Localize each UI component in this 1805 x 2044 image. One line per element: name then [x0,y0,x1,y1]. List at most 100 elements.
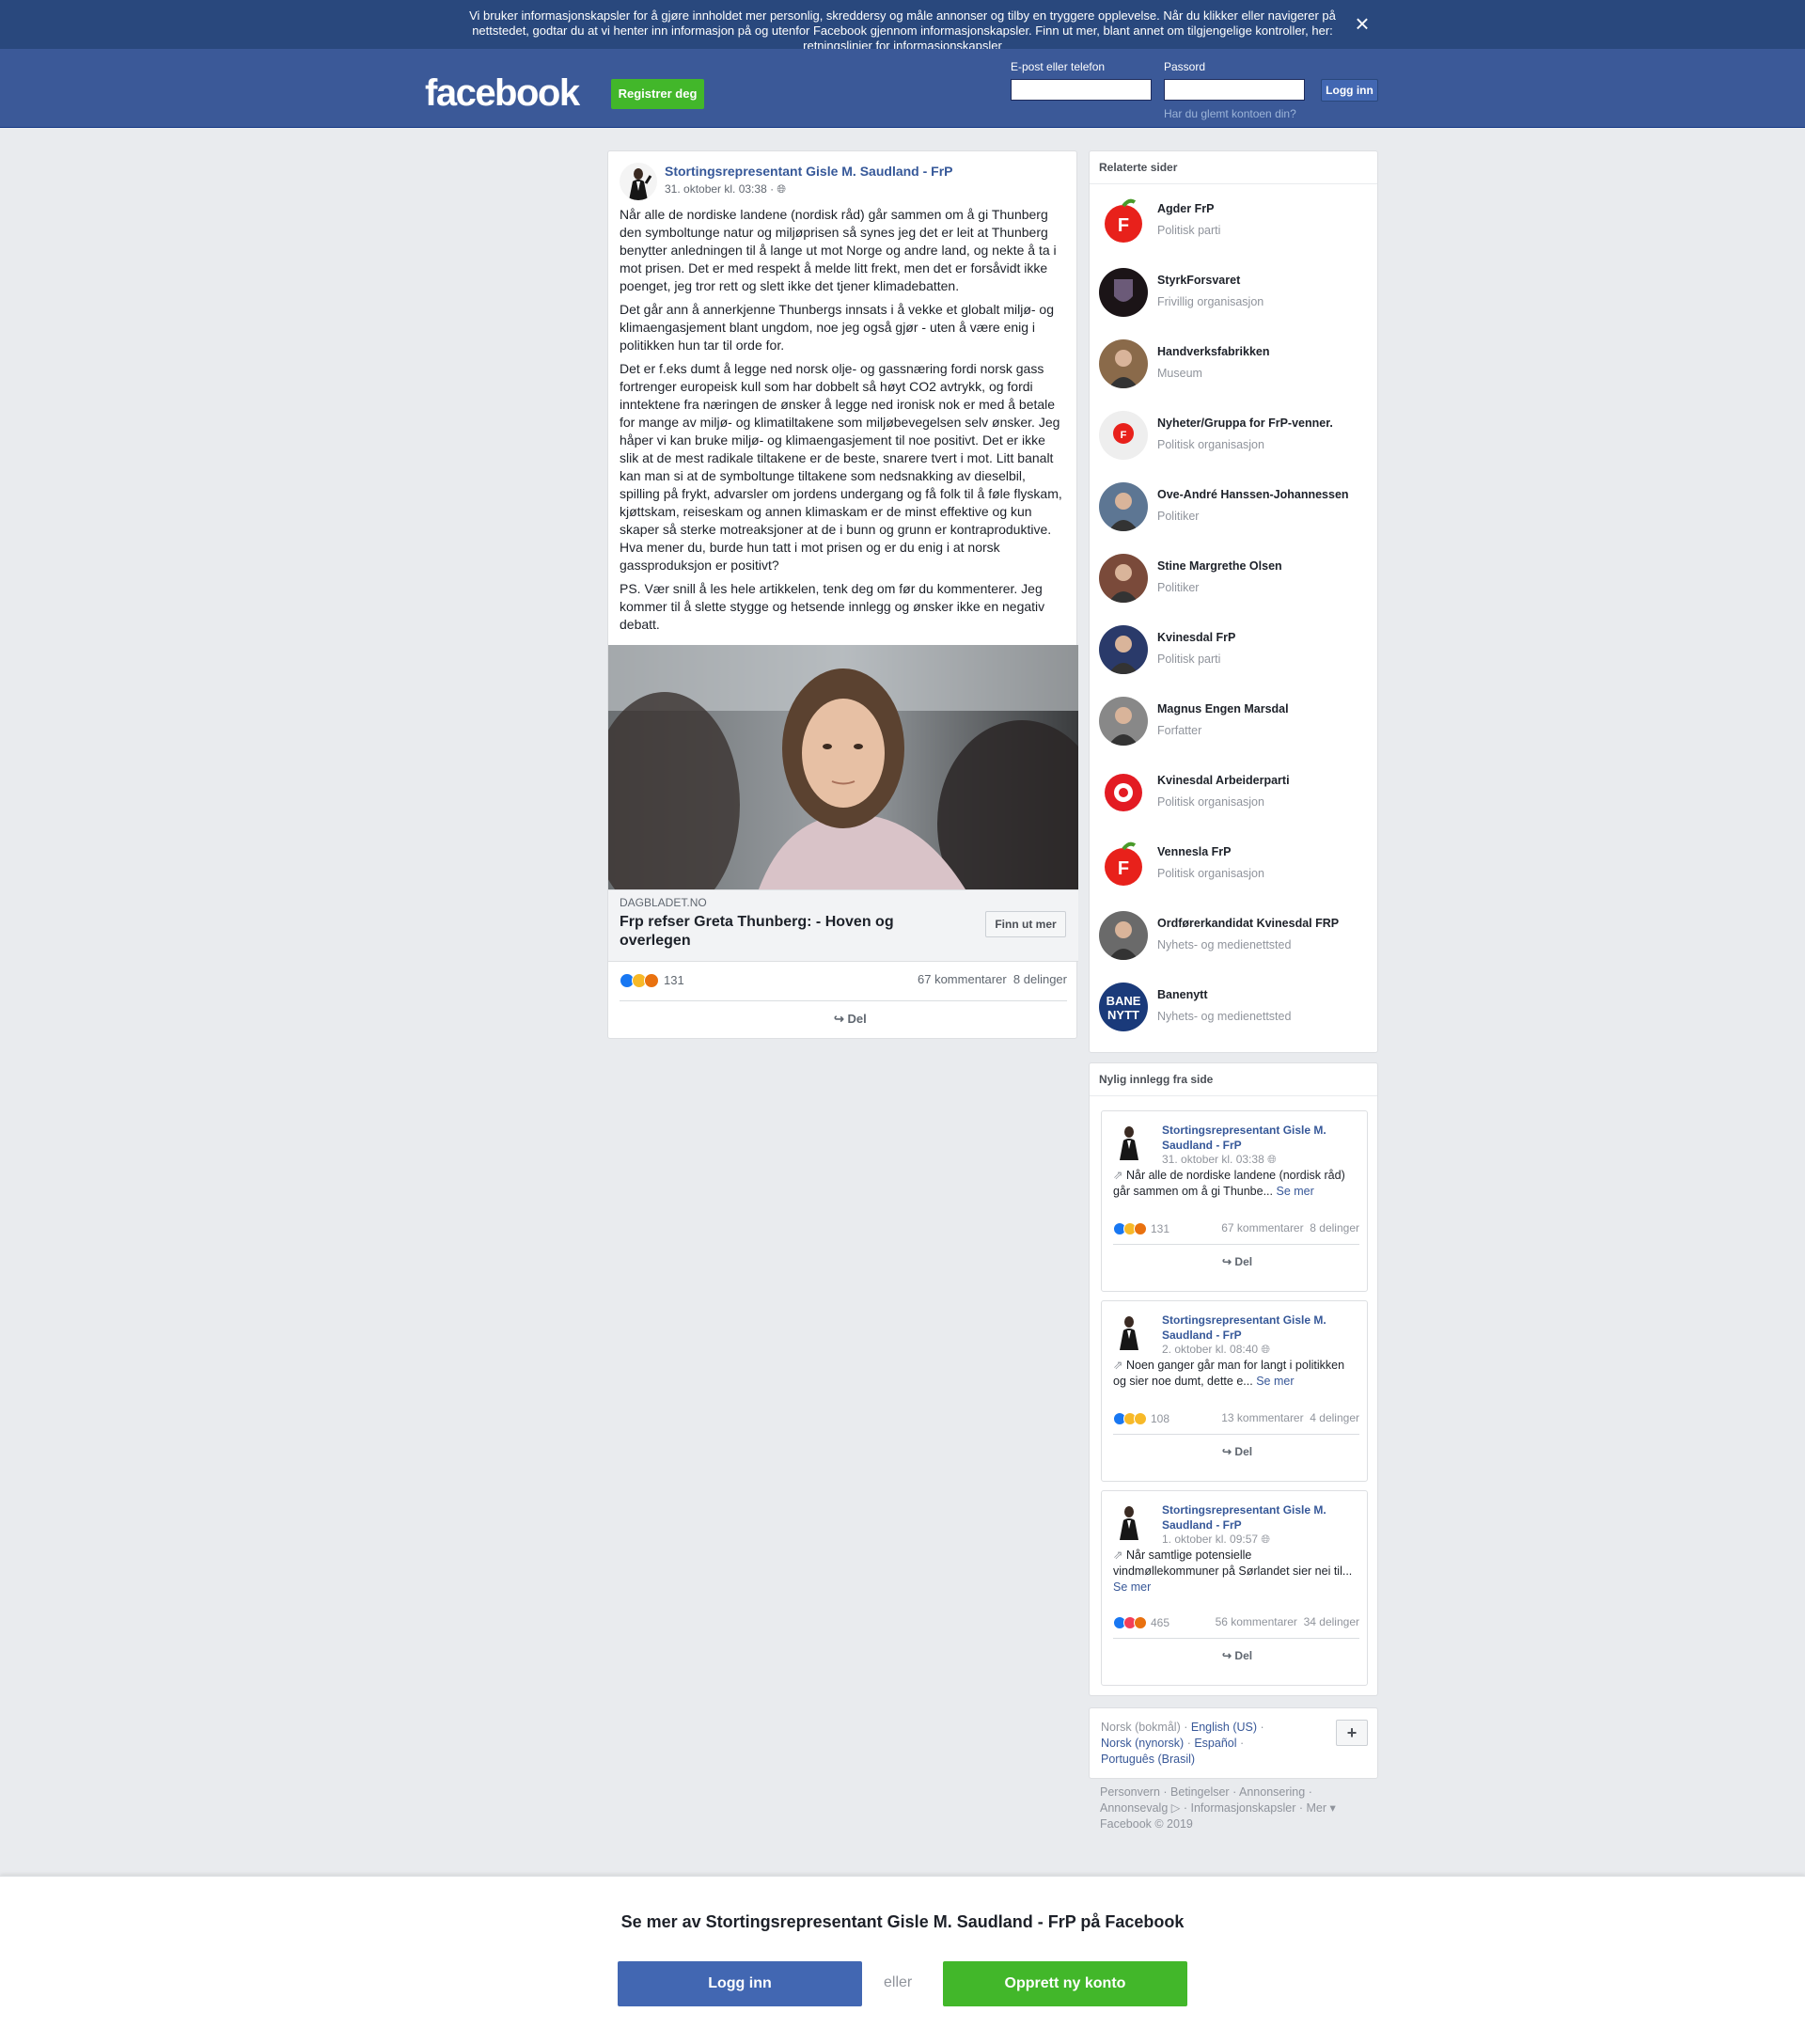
related-page-item[interactable]: Kvinesdal Arbeiderparti Politisk organis… [1099,768,1372,821]
related-page-item[interactable]: Ove-André Hanssen-Johannessen Politiker [1099,482,1372,535]
link-preview-image[interactable] [608,645,1078,889]
forgot-account-link[interactable]: Har du glemt kontoen din? [1164,107,1296,120]
apple-logo-icon[interactable]: F [1099,197,1148,245]
shares-count[interactable]: 34 delinger [1304,1615,1359,1628]
related-page-name[interactable]: Ordførerkandidat Kvinesdal FRP [1157,917,1369,930]
shares-count[interactable]: 8 delinger [1310,1221,1359,1234]
recent-post-author[interactable]: Stortingsrepresentant Gisle M. Saudland … [1162,1123,1350,1153]
share-button[interactable]: ↪ Del [1222,1649,1252,1662]
copyright: Facebook © 2019 [1100,1817,1193,1831]
page-photo-icon[interactable] [1099,554,1148,603]
related-page-category: Politisk organisasjon [1157,438,1264,451]
apple-logo-icon[interactable]: F [1099,411,1148,460]
email-field[interactable] [1011,79,1152,101]
related-page-name[interactable]: Handverksfabrikken [1157,345,1369,358]
comments-count[interactable]: 67 kommentarer [918,972,1007,986]
related-page-item[interactable]: Stine Margrethe Olsen Politiker [1099,554,1372,606]
svg-text:F: F [1121,430,1127,441]
comments-count[interactable]: 67 kommentarer [1221,1221,1303,1234]
learn-more-button[interactable]: Finn ut mer [985,911,1066,937]
shares-count[interactable]: 4 delinger [1310,1411,1359,1424]
language-option[interactable]: English (US) [1191,1721,1257,1734]
footer-link[interactable]: Annonsering [1239,1785,1305,1799]
share-button[interactable]: ↪ Del [834,1012,867,1027]
link-preview[interactable]: DAGBLADET.NO Frp refser Greta Thunberg: … [608,889,1078,962]
reactions[interactable]: 131 [620,972,684,988]
footer-link[interactable]: Annonsevalg [1100,1801,1168,1815]
page-photo-icon[interactable] [1099,339,1148,388]
recent-post-author[interactable]: Stortingsrepresentant Gisle M. Saudland … [1162,1502,1350,1533]
more-languages-button[interactable]: + [1336,1720,1368,1746]
author-avatar[interactable] [1113,1123,1145,1160]
share-button[interactable]: ↪ Del [1222,1445,1252,1458]
shared-link-icon: ⇗ [1113,1359,1123,1372]
post-author[interactable]: Stortingsrepresentant Gisle M. Saudland … [665,164,953,179]
page-photo-icon[interactable] [1099,625,1148,674]
language-option[interactable]: Español [1194,1737,1236,1750]
recent-post-author[interactable]: Stortingsrepresentant Gisle M. Saudland … [1162,1313,1350,1343]
share-button[interactable]: ↪ Del [1222,1255,1252,1268]
related-page-name[interactable]: Kvinesdal FrP [1157,631,1369,644]
page-photo-icon[interactable] [1099,697,1148,746]
page-photo-icon[interactable] [1099,482,1148,531]
author-avatar[interactable] [620,163,657,200]
rose-logo-icon[interactable] [1099,768,1148,817]
related-page-item[interactable]: F Vennesla FrP Politisk organisasjon [1099,840,1372,892]
related-page-category: Politisk parti [1157,224,1221,237]
author-avatar[interactable] [1113,1502,1145,1540]
related-page-name[interactable]: Banenytt [1157,988,1369,1001]
related-page-item[interactable]: BANE NYTT Banenytt Nyhets- og medienettst… [1099,983,1372,1035]
link-title[interactable]: Frp refser Greta Thunberg: - Hoven og ov… [620,913,930,951]
footer-link[interactable]: Informasjonskapsler [1191,1801,1296,1815]
related-page-item[interactable]: Kvinesdal FrP Politisk parti [1099,625,1372,678]
cookie-text-body: Vi bruker informasjonskapsler for å gjør… [469,8,1336,38]
related-page-item[interactable]: Handverksfabrikken Museum [1099,339,1372,392]
share-icon: ↪ [834,1012,844,1026]
related-page-item[interactable]: F Agder FrP Politisk parti [1099,197,1372,249]
see-more-link[interactable]: Se mer [1256,1375,1294,1388]
footer-link[interactable]: Betingelser [1170,1785,1230,1799]
shares-count[interactable]: 8 delinger [1013,972,1067,986]
footer-link[interactable]: Mer [1306,1801,1326,1815]
related-page-item[interactable]: Ordførerkandidat Kvinesdal FRP Nyhets- o… [1099,911,1372,964]
related-page-item[interactable]: StyrkForsvaret Frivillig organisasjon [1099,268,1372,321]
related-page-name[interactable]: Nyheter/Gruppa for FrP-venner. [1157,417,1369,430]
related-page-name[interactable]: Agder FrP [1157,202,1369,215]
reactions[interactable]: 465 [1113,1615,1169,1629]
related-page-name[interactable]: Kvinesdal Arbeiderparti [1157,774,1369,787]
recent-post-card[interactable]: Stortingsrepresentant Gisle M. Saudland … [1101,1300,1368,1482]
banenytt-logo-icon[interactable]: BANE NYTT [1099,983,1148,1031]
related-page-name[interactable]: Ove-André Hanssen-Johannessen [1157,488,1369,501]
related-pages: Relaterte sider F Agder FrP Politisk par… [1089,150,1378,1053]
author-avatar[interactable] [1113,1313,1145,1350]
reactions[interactable]: 131 [1113,1221,1169,1235]
login-button[interactable]: Logg inn [1321,79,1378,102]
footer-link[interactable]: Personvern [1100,1785,1160,1799]
page-photo-icon[interactable] [1099,911,1148,960]
related-page-item[interactable]: F Nyheter/Gruppa for FrP-venner. Politis… [1099,411,1372,464]
see-more-link[interactable]: Se mer [1113,1580,1151,1594]
related-page-item[interactable]: Magnus Engen Marsdal Forfatter [1099,697,1372,749]
close-icon[interactable]: × [1352,11,1373,36]
password-field[interactable] [1164,79,1305,101]
recent-post-card[interactable]: Stortingsrepresentant Gisle M. Saudland … [1101,1110,1368,1292]
language-option[interactable]: Português (Brasil) [1101,1753,1195,1766]
related-page-name[interactable]: Vennesla FrP [1157,845,1369,858]
recent-post-card[interactable]: Stortingsrepresentant Gisle M. Saudland … [1101,1490,1368,1686]
create-account-button[interactable]: Opprett ny konto [943,1961,1187,2006]
post-time-text: 31. oktober kl. 03:38 · [665,182,775,196]
shield-logo-icon[interactable] [1099,268,1148,317]
related-page-name[interactable]: StyrkForsvaret [1157,274,1369,287]
related-page-name[interactable]: Stine Margrethe Olsen [1157,559,1369,573]
globe-icon: 🌐︎ [1261,1343,1271,1356]
related-page-name[interactable]: Magnus Engen Marsdal [1157,702,1369,715]
reactions[interactable]: 108 [1113,1411,1169,1425]
comments-count[interactable]: 13 kommentarer [1221,1411,1303,1424]
language-option[interactable]: Norsk (nynorsk) [1101,1737,1184,1750]
facebook-logo[interactable]: facebook [425,72,580,115]
register-button[interactable]: Registrer deg [611,79,704,109]
comments-count[interactable]: 56 kommentarer [1216,1615,1297,1628]
apple-logo-icon[interactable]: F [1099,840,1148,888]
see-more-link[interactable]: Se mer [1276,1185,1313,1198]
bottom-login-button[interactable]: Logg inn [618,1961,862,2006]
